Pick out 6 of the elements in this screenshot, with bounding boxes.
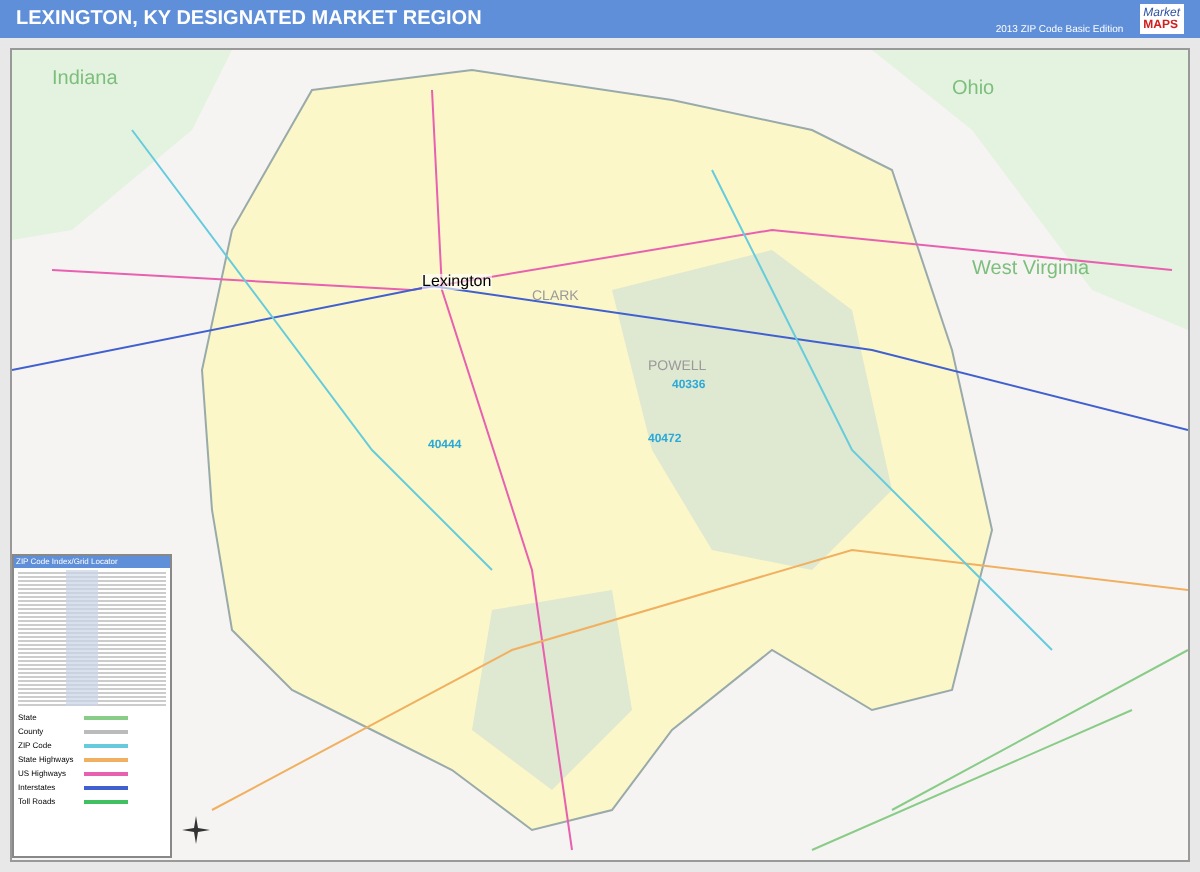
map-title: LEXINGTON, KY DESIGNATED MARKET REGION <box>16 6 484 34</box>
compass-rose-icon <box>182 816 210 844</box>
state-label: Indiana <box>52 70 118 90</box>
state-label: West Virginia <box>972 260 1090 280</box>
state-label: Ohio <box>952 80 995 100</box>
city-label: Lexington <box>422 274 492 290</box>
